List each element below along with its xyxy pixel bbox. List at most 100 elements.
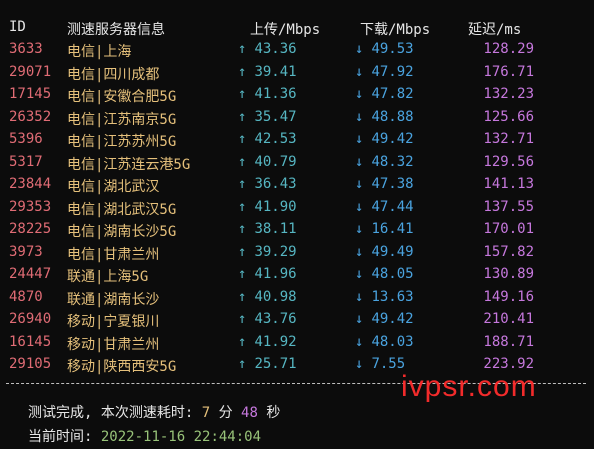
- upload-speed: ↑ 39.41: [238, 64, 297, 80]
- arrow-up-icon: ↑: [238, 221, 247, 237]
- download-speed: ↓ 49.42: [355, 131, 414, 147]
- server-name: 电信|上海: [67, 44, 132, 60]
- time-value: 2022-11-16 22:44:04: [100, 429, 262, 445]
- arrow-down-icon: ↓: [355, 221, 364, 237]
- upload-speed: ↑ 39.29: [238, 244, 297, 260]
- arrow-up-icon: ↑: [238, 311, 247, 327]
- latency-value: 132.71: [483, 131, 534, 147]
- latency-value: 130.89: [483, 266, 534, 282]
- server-id: 16145: [9, 333, 52, 350]
- arrow-up-icon: ↑: [238, 356, 247, 372]
- header-server: 测速服务器信息: [67, 22, 165, 38]
- upload-speed-value: 38.11: [254, 221, 297, 237]
- table-header: ID 测速服务器信息 上传/Mbps 下载/Mbps 延迟/ms: [0, 19, 594, 41]
- latency-value: 210.41: [483, 311, 534, 327]
- download-speed: ↓ 48.88: [355, 109, 414, 125]
- table-row: 17145 电信|安徽合肥5G ↑ 41.36 ↓ 47.82 132.23: [0, 86, 594, 108]
- upload-speed-value: 40.98: [254, 288, 297, 305]
- download-speed: ↓ 49.49: [355, 244, 414, 260]
- download-speed: ↓ 49.53: [355, 41, 414, 57]
- download-speed-value: 47.92: [371, 63, 414, 80]
- download-speed: ↓ 48.03: [355, 334, 414, 350]
- download-speed-value: 48.05: [371, 266, 414, 282]
- server-id: 29353: [9, 198, 52, 215]
- table-row: 29071 电信|四川成都 ↑ 39.41 ↓ 47.92 176.71: [0, 64, 594, 86]
- duration-seconds: 48: [241, 405, 258, 421]
- download-speed: ↓ 47.92: [355, 64, 414, 80]
- table-row: 24447 联通|上海5G ↑ 41.96 ↓ 48.05 130.89: [0, 266, 594, 288]
- latency-value: 170.01: [483, 221, 534, 237]
- table-row: 23844 电信|湖北武汉 ↑ 36.43 ↓ 47.38 141.13: [0, 176, 594, 198]
- upload-speed: ↑ 36.43: [238, 176, 297, 192]
- upload-speed-value: 25.71: [254, 356, 297, 372]
- header-id: ID: [9, 19, 26, 35]
- arrow-down-icon: ↓: [355, 41, 364, 57]
- upload-speed: ↑ 40.98: [238, 289, 297, 305]
- server-id: 28225: [9, 221, 52, 237]
- download-speed-value: 48.03: [371, 333, 414, 350]
- arrow-up-icon: ↑: [238, 153, 247, 170]
- download-speed: ↓ 47.38: [355, 176, 414, 192]
- upload-speed: ↑ 41.96: [238, 266, 297, 282]
- download-speed: ↓ 47.82: [355, 86, 414, 102]
- server-name: 电信|甘肃兰州: [67, 246, 160, 263]
- server-name: 移动|甘肃兰州: [67, 336, 160, 353]
- server-id: 4870: [9, 288, 43, 305]
- download-speed: ↓ 47.44: [355, 199, 414, 215]
- upload-speed-value: 41.36: [254, 86, 297, 102]
- duration-label: 测试完成, 本次测速耗时:: [28, 405, 194, 421]
- arrow-down-icon: ↓: [355, 243, 364, 260]
- server-id: 23844: [9, 176, 52, 192]
- download-speed: ↓ 16.41: [355, 221, 414, 237]
- server-id: 29105: [9, 356, 52, 372]
- arrow-up-icon: ↑: [238, 108, 247, 125]
- server-name: 移动|陕西西安5G: [67, 359, 177, 375]
- upload-speed-value: 40.79: [254, 153, 297, 170]
- server-name: 电信|江苏南京5G: [67, 111, 177, 128]
- upload-speed-value: 41.96: [254, 266, 297, 282]
- upload-speed: ↑ 40.79: [238, 154, 297, 170]
- latency-value: 129.56: [483, 153, 534, 170]
- upload-speed-value: 36.43: [254, 176, 297, 192]
- server-name: 电信|湖南长沙5G: [67, 224, 177, 240]
- server-id: 5396: [9, 131, 43, 147]
- download-speed-value: 49.53: [371, 41, 414, 57]
- server-name: 电信|安徽合肥5G: [67, 89, 177, 105]
- header-download: 下载/Mbps: [360, 22, 431, 38]
- upload-speed-value: 43.76: [254, 311, 297, 327]
- arrow-up-icon: ↑: [238, 41, 247, 57]
- arrow-up-icon: ↑: [238, 288, 247, 305]
- server-name: 联通|上海5G: [67, 269, 149, 285]
- arrow-down-icon: ↓: [355, 288, 364, 305]
- download-speed: ↓ 49.42: [355, 311, 414, 327]
- duration-minutes: 7: [201, 405, 211, 421]
- table-row: 28225 电信|湖南长沙5G ↑ 38.11 ↓ 16.41 170.01: [0, 221, 594, 243]
- arrow-up-icon: ↑: [238, 131, 247, 147]
- arrow-down-icon: ↓: [355, 176, 364, 192]
- upload-speed-value: 43.36: [254, 41, 297, 57]
- server-name: 电信|江苏连云港5G: [67, 156, 191, 173]
- arrow-up-icon: ↑: [238, 243, 247, 260]
- server-id: 29071: [9, 63, 52, 80]
- latency-value: 176.71: [483, 63, 534, 80]
- table-row: 16145 移动|甘肃兰州 ↑ 41.92 ↓ 48.03 188.71: [0, 334, 594, 356]
- server-id: 26940: [9, 311, 52, 327]
- time-label: 当前时间:: [28, 429, 93, 445]
- arrow-up-icon: ↑: [238, 198, 247, 215]
- upload-speed: ↑ 41.36: [238, 86, 297, 102]
- download-speed-value: 49.42: [371, 311, 414, 327]
- arrow-down-icon: ↓: [355, 266, 364, 282]
- download-speed-value: 48.88: [371, 108, 414, 125]
- upload-speed-value: 41.90: [254, 198, 297, 215]
- table-row: 5317 电信|江苏连云港5G ↑ 40.79 ↓ 48.32 129.56: [0, 154, 594, 176]
- arrow-up-icon: ↑: [238, 176, 247, 192]
- upload-speed: ↑ 43.36: [238, 41, 297, 57]
- download-speed-value: 47.38: [371, 176, 414, 192]
- latency-value: 188.71: [483, 333, 534, 350]
- server-name: 电信|四川成都: [67, 66, 160, 83]
- server-name: 联通|湖南长沙: [67, 291, 160, 308]
- seconds-unit: 秒: [266, 405, 281, 421]
- download-speed-value: 47.44: [371, 198, 414, 215]
- download-speed: ↓ 48.05: [355, 266, 414, 282]
- server-id: 3973: [9, 243, 43, 260]
